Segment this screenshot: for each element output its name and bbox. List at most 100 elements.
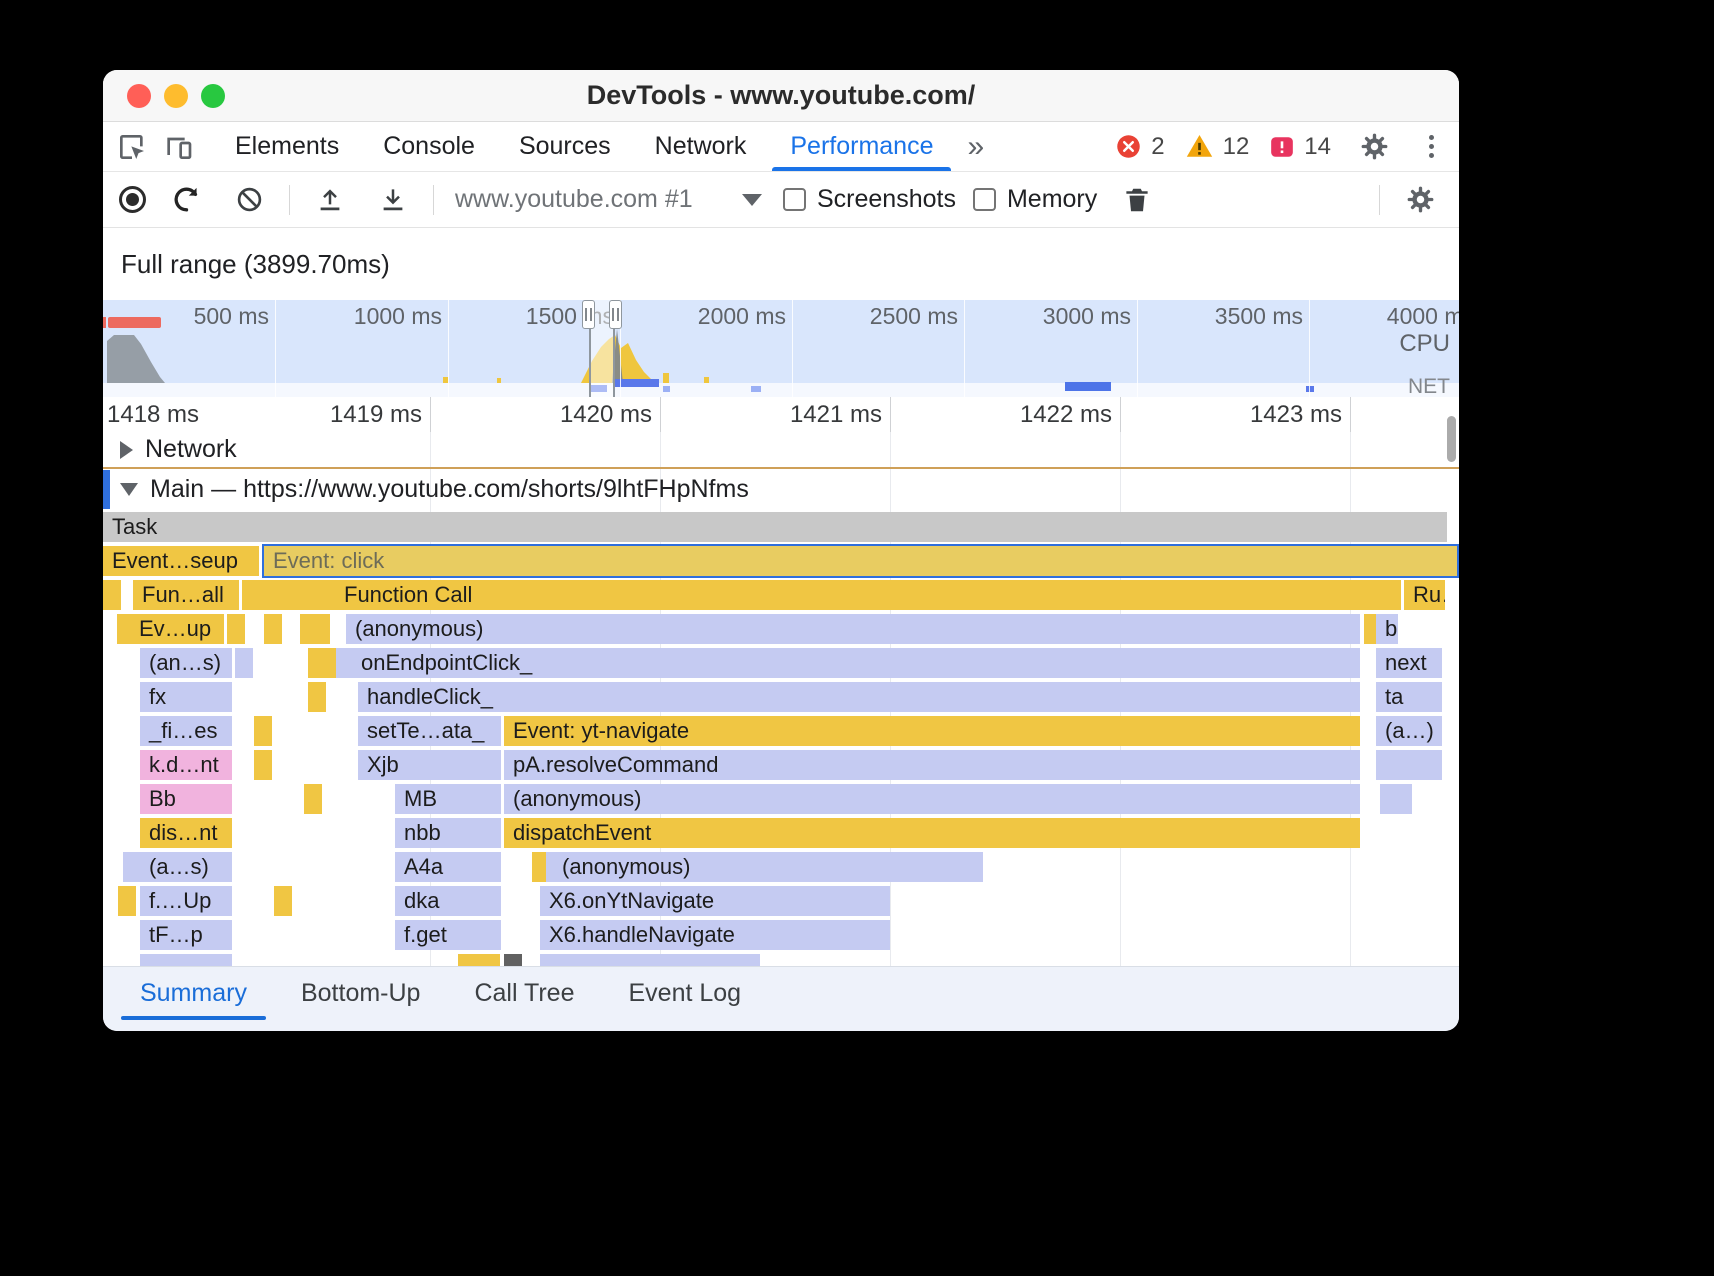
flame-bar[interactable] bbox=[140, 954, 232, 966]
clear-button[interactable] bbox=[226, 178, 272, 222]
gear-icon bbox=[1359, 131, 1390, 162]
bottom-tab-summary[interactable]: Summary bbox=[113, 967, 274, 1020]
flame-bar[interactable] bbox=[227, 614, 245, 644]
cpu-lane-label: CPU bbox=[1399, 330, 1450, 358]
flame-bar-a[interactable]: (a…) bbox=[1376, 716, 1442, 746]
flame-bar[interactable] bbox=[304, 784, 322, 814]
flame-bar[interactable] bbox=[1400, 750, 1442, 780]
flame-bar-anonymous[interactable]: (anonymous) bbox=[553, 852, 983, 882]
close-window-button[interactable] bbox=[127, 84, 151, 108]
flame-bar-handleclick[interactable]: handleClick_ bbox=[358, 682, 1360, 712]
customize-menu-button[interactable] bbox=[1417, 135, 1445, 158]
more-tabs-button[interactable]: » bbox=[955, 122, 996, 171]
minimize-window-button[interactable] bbox=[164, 84, 188, 108]
inspect-element-button[interactable] bbox=[109, 125, 155, 169]
flame-bar[interactable] bbox=[504, 954, 522, 966]
flame-bar-anonymous[interactable]: (anonymous) bbox=[346, 614, 1360, 644]
flame-bar-task[interactable]: Task bbox=[103, 512, 1447, 542]
flame-bar-tf-p[interactable]: tF…p bbox=[140, 920, 232, 950]
flame-bar-an-s[interactable]: (an…s) bbox=[140, 648, 232, 678]
flame-bar[interactable] bbox=[264, 614, 282, 644]
flame-bar[interactable] bbox=[1394, 784, 1412, 814]
screenshots-checkbox-box[interactable] bbox=[783, 188, 806, 211]
console-warnings-badge[interactable]: 12 bbox=[1185, 132, 1250, 161]
console-errors-badge[interactable]: 2 bbox=[1115, 133, 1164, 161]
flame-bar-pa-resolvecommand[interactable]: pA.resolveCommand bbox=[504, 750, 1360, 780]
flame-bar-event-seup[interactable]: Event…seup bbox=[103, 546, 259, 576]
flame-bar-ev-up[interactable]: Ev…up bbox=[130, 614, 224, 644]
flame-bar[interactable] bbox=[118, 886, 136, 916]
flame-bar-bb[interactable]: Bb bbox=[140, 784, 232, 814]
flame-bar-dispatchevent[interactable]: dispatchEvent bbox=[504, 818, 1360, 848]
selection-right-handle[interactable] bbox=[609, 300, 622, 329]
vertical-scrollbar-thumb[interactable] bbox=[1447, 416, 1456, 462]
tab-sources[interactable]: Sources bbox=[497, 122, 633, 171]
flame-bar-event-yt-navigate[interactable]: Event: yt-navigate bbox=[504, 716, 1360, 746]
issues-badge[interactable]: 14 bbox=[1269, 133, 1331, 161]
flame-bar[interactable] bbox=[254, 750, 272, 780]
flame-bar[interactable] bbox=[235, 648, 253, 678]
memory-checkbox[interactable]: Memory bbox=[973, 185, 1097, 214]
flame-bar-fun-all[interactable]: Fun…all bbox=[133, 580, 239, 610]
flame-bar-dis-nt[interactable]: dis…nt bbox=[140, 818, 232, 848]
device-toolbar-button[interactable] bbox=[155, 125, 201, 169]
timeline-overview[interactable]: 500 ms1000 ms1500 ms2000 ms2500 ms3000 m… bbox=[103, 300, 1459, 397]
flame-bar[interactable] bbox=[123, 852, 141, 882]
flame-bar-next[interactable]: next bbox=[1376, 648, 1442, 678]
capture-settings-button[interactable] bbox=[1397, 178, 1443, 222]
screenshots-checkbox[interactable]: Screenshots bbox=[783, 185, 956, 214]
record-button[interactable] bbox=[119, 186, 146, 213]
network-track-header[interactable]: Network bbox=[103, 432, 1459, 469]
flame-bar-k-d-nt[interactable]: k.d…nt bbox=[140, 750, 232, 780]
flame-bar-sette-ata[interactable]: setTe…ata_ bbox=[358, 716, 501, 746]
flame-bar[interactable] bbox=[308, 682, 326, 712]
reload-and-record-button[interactable] bbox=[163, 178, 209, 222]
tab-console[interactable]: Console bbox=[361, 122, 497, 171]
flame-bar-event-click[interactable]: Event: click bbox=[262, 544, 1459, 578]
flame-bar[interactable] bbox=[482, 954, 500, 966]
flame-bar[interactable] bbox=[300, 614, 330, 644]
collect-garbage-button[interactable] bbox=[1114, 178, 1160, 222]
flame-bar[interactable] bbox=[540, 954, 760, 966]
bottom-tab-event-log[interactable]: Event Log bbox=[602, 967, 769, 1020]
flame-bar-nbb[interactable]: nbb bbox=[395, 818, 501, 848]
flame-bar-a-s[interactable]: (a…s) bbox=[140, 852, 232, 882]
tab-performance[interactable]: Performance bbox=[768, 122, 955, 171]
flame-bar-b[interactable]: b bbox=[1376, 614, 1398, 644]
flame-bar-onendpointclick[interactable]: onEndpointClick_ bbox=[352, 648, 1360, 678]
flame-bar-ru-s[interactable]: Ru…s bbox=[1404, 580, 1445, 610]
flame-bar[interactable] bbox=[318, 580, 336, 610]
bottom-tab-call-tree[interactable]: Call Tree bbox=[447, 967, 601, 1020]
main-track-header[interactable]: Main — https://www.youtube.com/shorts/9l… bbox=[103, 469, 1459, 510]
flame-bar-xjb[interactable]: Xjb bbox=[358, 750, 501, 780]
tab-elements[interactable]: Elements bbox=[213, 122, 361, 171]
flame-bar-a4a[interactable]: A4a bbox=[395, 852, 501, 882]
flame-bar-f-get[interactable]: f.get bbox=[395, 920, 501, 950]
zoom-window-button[interactable] bbox=[201, 84, 225, 108]
flame-bar-x6-handlenavigate[interactable]: X6.handleNavigate bbox=[540, 920, 890, 950]
expand-network-icon[interactable] bbox=[120, 441, 133, 459]
flame-bar[interactable] bbox=[274, 886, 292, 916]
flame-bar-function-call[interactable]: Function Call bbox=[335, 580, 1401, 610]
load-profile-button[interactable] bbox=[307, 178, 353, 222]
save-profile-button[interactable] bbox=[370, 178, 416, 222]
bottom-tab-bottom-up[interactable]: Bottom-Up bbox=[274, 967, 447, 1020]
tab-network[interactable]: Network bbox=[633, 122, 769, 171]
flame-bar-x6-onytnavigate[interactable]: X6.onYtNavigate bbox=[540, 886, 890, 916]
flame-row: Fun…all Function CallRu…s bbox=[103, 578, 1459, 612]
flame-bar[interactable] bbox=[254, 716, 272, 746]
flame-bar-anonymous[interactable]: (anonymous) bbox=[504, 784, 1360, 814]
flame-bar-fi-es[interactable]: _fi…es bbox=[140, 716, 232, 746]
flame-bar-fx[interactable]: fx bbox=[140, 682, 232, 712]
flame-bar-f-up[interactable]: f.…Up bbox=[140, 886, 232, 916]
history-select[interactable]: www.youtube.com #1 bbox=[451, 185, 766, 214]
collapse-main-icon[interactable] bbox=[120, 483, 138, 496]
settings-button[interactable] bbox=[1351, 125, 1397, 169]
flame-bar-dka[interactable]: dka bbox=[395, 886, 501, 916]
ruler-tick-label: 1418 ms bbox=[107, 401, 199, 429]
flame-bar[interactable] bbox=[103, 580, 121, 610]
selection-left-handle[interactable] bbox=[582, 300, 595, 329]
flame-bar-ta[interactable]: ta bbox=[1376, 682, 1442, 712]
flame-bar-mb[interactable]: MB bbox=[395, 784, 501, 814]
memory-checkbox-box[interactable] bbox=[973, 188, 996, 211]
